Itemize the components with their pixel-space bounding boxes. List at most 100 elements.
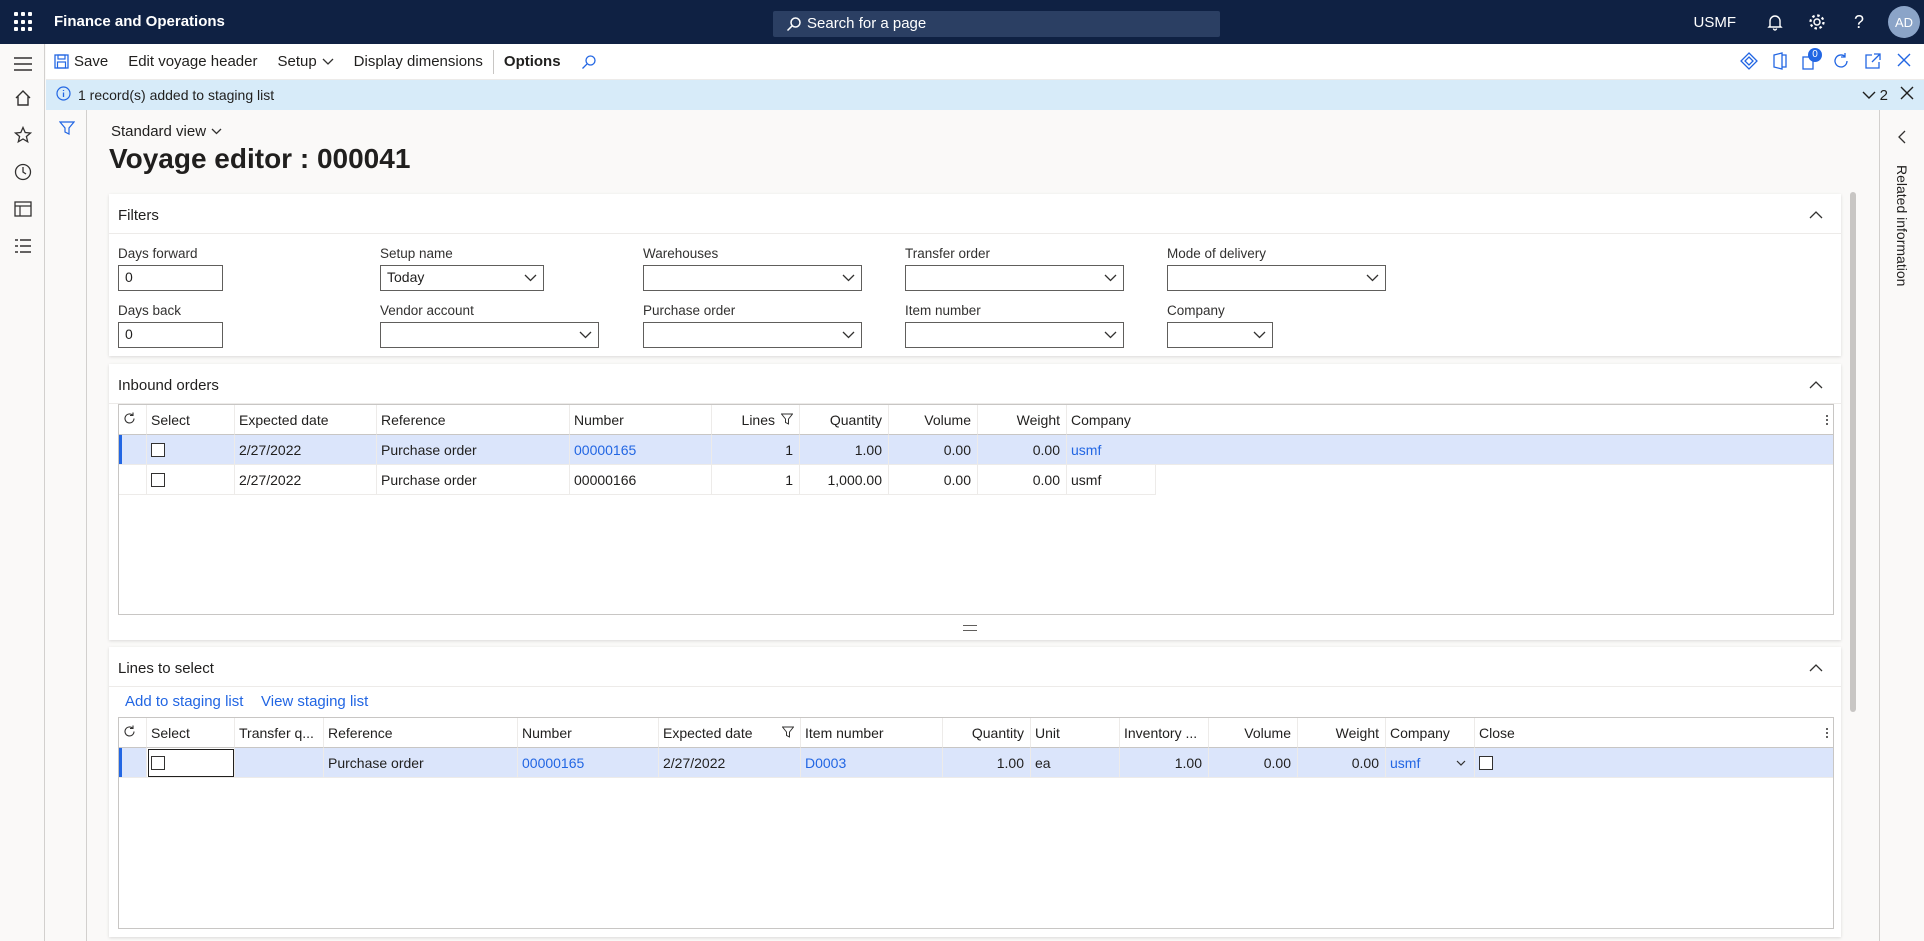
attachments-icon[interactable]: 0 xyxy=(1802,48,1822,73)
col-expected-date[interactable]: Expected date xyxy=(659,718,801,748)
office-icon[interactable] xyxy=(1772,52,1788,73)
col-inventory[interactable]: Inventory ... xyxy=(1120,718,1209,748)
company-picker[interactable]: USMF xyxy=(1694,14,1737,31)
close-icon[interactable] xyxy=(1896,52,1912,73)
item-number-link[interactable]: D0003 xyxy=(801,748,943,778)
select-checkbox[interactable] xyxy=(147,465,235,495)
row-selector[interactable] xyxy=(119,748,147,778)
inbound-orders-header[interactable]: Inbound orders xyxy=(109,364,1841,404)
more-options-icon[interactable] xyxy=(1825,726,1829,742)
app-title[interactable]: Finance and Operations xyxy=(54,13,225,30)
save-icon xyxy=(54,54,69,69)
find-icon[interactable] xyxy=(571,54,607,70)
col-number[interactable]: Number xyxy=(570,405,712,435)
setup-name-dropdown[interactable]: Today xyxy=(380,265,544,291)
setup-menu[interactable]: Setup xyxy=(267,53,343,70)
select-checkbox[interactable] xyxy=(147,435,235,465)
star-icon[interactable] xyxy=(12,124,34,146)
save-button[interactable]: Save xyxy=(46,53,118,70)
app-launcher-icon[interactable] xyxy=(14,12,34,32)
page-scrollbar[interactable] xyxy=(1850,192,1856,712)
days-forward-input[interactable]: 0 xyxy=(118,265,223,291)
col-volume[interactable]: Volume xyxy=(1209,718,1298,748)
col-select[interactable]: Select xyxy=(147,405,235,435)
col-lines[interactable]: Lines xyxy=(712,405,800,435)
warehouses-dropdown[interactable] xyxy=(643,265,862,291)
col-reference[interactable]: Reference xyxy=(324,718,518,748)
chevron-up-icon[interactable] xyxy=(1809,206,1823,223)
options-tab[interactable]: Options xyxy=(494,53,571,70)
hamburger-icon[interactable] xyxy=(12,53,34,75)
filters-header[interactable]: Filters xyxy=(109,194,1841,234)
col-unit[interactable]: Unit xyxy=(1031,718,1120,748)
transfer-order-dropdown[interactable] xyxy=(905,265,1124,291)
filter-icon[interactable] xyxy=(781,413,793,425)
home-icon[interactable] xyxy=(12,87,34,109)
lines-to-select-header[interactable]: Lines to select xyxy=(109,647,1841,687)
filter-icon[interactable] xyxy=(782,726,794,738)
col-company[interactable]: Company xyxy=(1067,405,1833,435)
col-select[interactable]: Select xyxy=(147,718,235,748)
col-reference[interactable]: Reference xyxy=(377,405,570,435)
filter-icon[interactable] xyxy=(58,120,76,139)
power-apps-icon[interactable] xyxy=(1740,52,1758,73)
more-options-icon[interactable] xyxy=(1825,413,1829,429)
col-item-number[interactable]: Item number xyxy=(801,718,943,748)
gear-icon[interactable] xyxy=(1796,13,1838,31)
chevron-down-icon xyxy=(524,274,537,282)
close-checkbox[interactable] xyxy=(1475,748,1833,778)
select-checkbox[interactable] xyxy=(147,748,235,778)
row-selector[interactable] xyxy=(119,435,147,465)
col-weight[interactable]: Weight xyxy=(978,405,1067,435)
table-row[interactable]: 2/27/2022 Purchase order 00000166 1 1,00… xyxy=(119,465,1156,495)
view-staging-list-button[interactable]: View staging list xyxy=(261,693,368,710)
table-row[interactable]: 2/27/2022 Purchase order 00000165 1 1.00… xyxy=(119,435,1833,465)
bell-icon[interactable] xyxy=(1754,13,1796,31)
modules-list-icon[interactable] xyxy=(12,235,34,257)
attachments-count: 0 xyxy=(1808,48,1822,62)
refresh-grid-icon[interactable] xyxy=(119,718,147,748)
refresh-grid-icon[interactable] xyxy=(119,405,147,435)
col-weight[interactable]: Weight xyxy=(1298,718,1386,748)
col-quantity[interactable]: Quantity xyxy=(943,718,1031,748)
number-link[interactable]: 00000165 xyxy=(518,748,659,778)
table-row[interactable]: Purchase order 00000165 2/27/2022 D0003 … xyxy=(119,748,1833,778)
splitter-handle[interactable] xyxy=(963,625,977,631)
col-volume[interactable]: Volume xyxy=(889,405,978,435)
help-icon[interactable]: ? xyxy=(1838,12,1880,33)
warehouses-label: Warehouses xyxy=(643,246,719,261)
mode-of-delivery-dropdown[interactable] xyxy=(1167,265,1386,291)
edit-voyage-header-button[interactable]: Edit voyage header xyxy=(118,53,267,70)
add-to-staging-list-button[interactable]: Add to staging list xyxy=(125,693,243,710)
transfer-quantity-cell[interactable] xyxy=(235,748,324,778)
chevron-left-icon[interactable] xyxy=(1897,130,1906,147)
col-expected-date[interactable]: Expected date xyxy=(235,405,377,435)
workspace-icon[interactable] xyxy=(12,198,34,220)
chevron-up-icon[interactable] xyxy=(1809,659,1823,676)
vendor-account-dropdown[interactable] xyxy=(380,322,599,348)
chevron-up-icon[interactable] xyxy=(1809,376,1823,393)
company-filter-dropdown[interactable] xyxy=(1167,322,1273,348)
row-selector[interactable] xyxy=(119,465,147,495)
days-back-input[interactable]: 0 xyxy=(118,322,223,348)
company-link[interactable]: usmf xyxy=(1067,435,1833,465)
purchase-order-dropdown[interactable] xyxy=(643,322,862,348)
number-link[interactable]: 00000165 xyxy=(570,435,712,465)
clock-icon[interactable] xyxy=(12,161,34,183)
col-company[interactable]: Company xyxy=(1386,718,1475,748)
col-number[interactable]: Number xyxy=(518,718,659,748)
item-number-dropdown[interactable] xyxy=(905,322,1124,348)
refresh-icon[interactable] xyxy=(1832,52,1850,73)
related-information-label[interactable]: Related information xyxy=(1894,165,1910,286)
avatar[interactable]: AD xyxy=(1888,6,1920,38)
open-in-new-window-icon[interactable] xyxy=(1864,52,1882,73)
dismiss-message-icon[interactable] xyxy=(1900,86,1914,104)
search-box[interactable]: Search for a page xyxy=(773,11,1220,37)
expand-messages-button[interactable]: 2 xyxy=(1862,87,1888,104)
col-transfer-quantity[interactable]: Transfer q... xyxy=(235,718,324,748)
col-quantity[interactable]: Quantity xyxy=(800,405,889,435)
company-dropdown[interactable]: usmf xyxy=(1386,748,1475,778)
col-close[interactable]: Close xyxy=(1475,718,1833,748)
view-selector[interactable]: Standard view xyxy=(111,123,222,140)
display-dimensions-button[interactable]: Display dimensions xyxy=(344,53,493,70)
